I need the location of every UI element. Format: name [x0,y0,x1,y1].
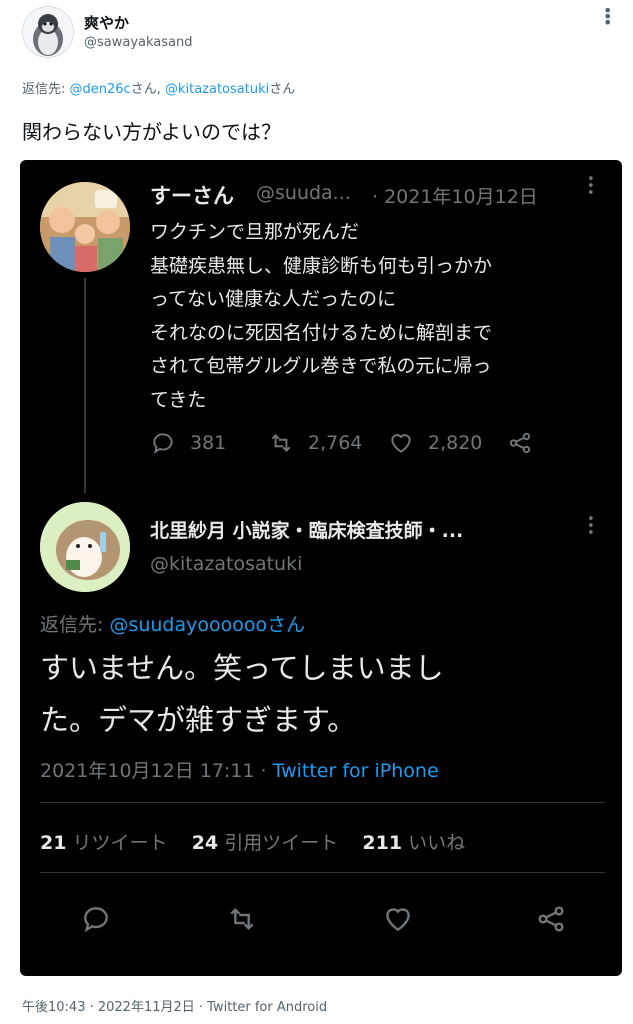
retweet-label[interactable]: リツイート [73,832,168,854]
reply-suffix: さん [267,614,306,636]
retweet-count: 2,764 [308,432,363,454]
reply-handle-link[interactable]: @den26c [70,82,131,97]
outer-tweet-footer: 午後10:43 · 2022年11月2日 · Twitter for Andro… [22,1000,328,1015]
main-tweet-timestamp[interactable]: 2021年10月12日 17:11 · [40,760,273,782]
reply-handle-link[interactable]: @suudayoooooo [109,614,267,636]
main-reply-to: 返信先: @suudayooooooさん [40,610,305,637]
retweet-count-button[interactable]: 2,764 [268,430,362,456]
main-tweet-line: た。デマが雑すぎます。 [40,703,357,737]
first-tweet-line: 基礎疾患無し、健康診断も何も引っかか [150,254,493,277]
share-icon [509,432,531,454]
more-icon[interactable]: • • • [603,3,612,31]
main-tweet-text: すいません。笑ってしまいまし た。デマが雑すぎます。 [40,642,444,746]
kitazato-avatar [40,502,130,592]
outer-avatar[interactable] [22,6,74,58]
reply-prefix: 返信先: [40,614,110,636]
like-count-button[interactable]: 2,820 [388,430,482,456]
first-tweet-date[interactable]: · 2021年10月12日 [372,182,538,209]
like-label[interactable]: いいね [408,832,465,854]
retweet-icon [271,434,291,452]
penguin-avatar-image [23,7,73,57]
retweet-total[interactable]: 21 [40,832,66,854]
family-photo-avatar-image [40,182,130,272]
first-tweet-line: ワクチンで旦那が死んだ [150,221,360,243]
like-count: 2,820 [428,432,483,454]
reply-suffix: さん [269,82,296,97]
main-tweet-source[interactable]: Twitter for iPhone [273,760,439,782]
share-button[interactable] [507,430,533,456]
first-tweet-text: ワクチンで旦那が死んだ 基礎疾患無し、健康診断も何も引っかか ってない健康な人だ… [150,216,492,418]
first-tweet-line: ってない健康な人だったのに [150,288,397,311]
more-icon[interactable]: • • • [587,513,595,540]
reply-suffix: さん, [130,82,165,97]
outer-tweet-text: 関わらない方がよいのでは？ [22,120,281,144]
thread-connector-line [84,278,86,493]
divider [40,802,605,803]
reply-count: 381 [190,432,227,454]
outer-reply-to: 返信先: @den26cさん, @kitazatosatukiさん [22,78,295,97]
share-icon[interactable] [535,903,567,935]
first-tweet-line: てきた [150,388,207,411]
main-tweet-name[interactable]: 北里紗月 小説家・臨床検査技師・... [150,516,463,543]
first-tweet-handle[interactable]: @suuda... [256,182,351,204]
more-icon[interactable]: • • • [587,173,595,200]
reply-count-button[interactable]: 381 [150,430,226,456]
outer-author-name[interactable]: 爽やか [84,12,129,33]
like-icon [391,434,411,453]
reply-handle-link[interactable]: @kitazatosatuki [165,82,269,97]
main-tweet-line: すいません。笑ってしまいまし [40,651,444,685]
suusan-avatar [40,182,130,272]
quote-label[interactable]: 引用ツイート [224,832,338,854]
main-tweet-handle[interactable]: @kitazatosatuki [150,553,302,575]
reply-prefix: 返信先: [22,82,70,97]
first-tweet-line: それなのに死因名付けるために解剖まで [150,321,493,344]
main-tweet-meta: 2021年10月12日 17:11 · Twitter for iPhone [40,756,439,783]
like-total[interactable]: 211 [362,832,402,854]
divider [40,872,605,873]
retweet-icon[interactable] [226,903,258,935]
first-tweet-line: されて包帯グルグル巻きで私の元に帰っ [150,355,492,378]
quote-total[interactable]: 24 [192,832,218,854]
like-icon[interactable] [382,903,414,935]
engagement-stats: 21 リツイート 24 引用ツイート 211 いいね [40,828,465,855]
outer-author-handle[interactable]: @sawayakasand [84,35,193,50]
embedded-tweet-screenshot: すーさん @suuda... · 2021年10月12日 • • • ワクチンで旦那… [20,160,622,976]
reply-icon[interactable] [80,903,112,935]
hedgehog-avatar-image [40,502,130,592]
reply-icon [153,433,173,454]
first-tweet-name[interactable]: すーさん [150,180,234,210]
